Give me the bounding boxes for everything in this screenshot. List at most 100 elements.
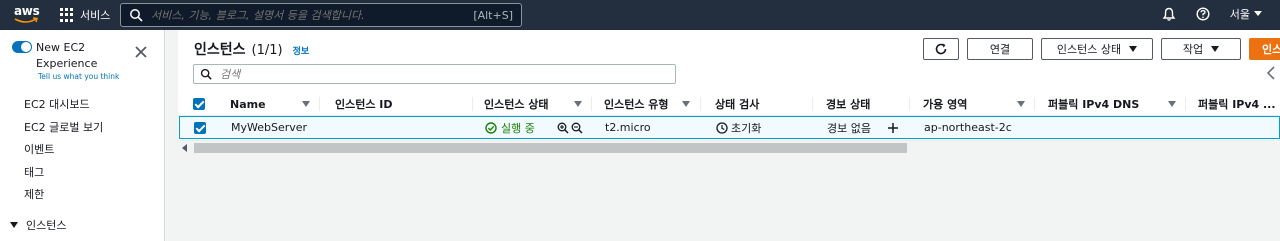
instance-filter-input[interactable] <box>220 67 669 81</box>
connect-button[interactable]: 연결 <box>967 38 1033 60</box>
region-label: 서울 <box>1229 8 1250 21</box>
chevron-down-icon <box>1254 11 1262 16</box>
action-buttons: 연결 인스턴스 상태 작업 인스턴스 시 <box>923 38 1280 60</box>
actions-label: 작업 <box>1182 43 1204 56</box>
column-header-label: 인스턴스 ID <box>335 98 393 111</box>
plus-icon <box>888 122 898 133</box>
zoom-in-icon[interactable] <box>557 122 569 134</box>
scrollbar-thumb[interactable] <box>194 143 907 153</box>
column-divider <box>812 97 813 111</box>
column-divider <box>700 97 701 111</box>
column-header-label: 퍼블릭 IPv4 DNS <box>1048 98 1140 111</box>
chevron-left-icon[interactable] <box>1266 66 1276 80</box>
instance-count: (1/1) <box>251 43 283 58</box>
column-header-label: 경보 상태 <box>826 98 871 111</box>
main-panel: 인스턴스 (1/1) 정보 연결 인스턴스 상태 작업 인스턴스 시 <box>178 30 1280 241</box>
smile-arrow-icon <box>14 17 38 23</box>
instance-type: t2.micro <box>605 121 651 134</box>
connect-label: 연결 <box>989 43 1011 56</box>
column-header-public-dns[interactable]: 퍼블릭 IPv4 DNS <box>1048 92 1184 116</box>
column-divider <box>1185 97 1186 111</box>
column-divider <box>472 97 473 111</box>
add-alarm-button[interactable] <box>887 117 899 138</box>
scroll-left-icon[interactable] <box>182 144 187 152</box>
column-header-label: 인스턴스 상태 <box>484 98 549 111</box>
sort-icon <box>1168 101 1176 107</box>
caret-down-icon <box>1211 46 1220 52</box>
column-header-instance-state[interactable]: 인스턴스 상태 <box>484 92 590 116</box>
info-link[interactable]: 정보 <box>293 44 310 57</box>
column-header-availability-zone[interactable]: 가용 영역 <box>923 92 1033 116</box>
table-header: Name 인스턴스 ID 인스턴스 상태 인스턴스 유형 상태 검사 경보 상태… <box>178 92 1280 116</box>
status-check: 초기화 <box>716 117 761 138</box>
column-divider <box>319 97 320 111</box>
new-experience-toggle-row[interactable]: New EC2 Experience <box>12 40 116 72</box>
nav-right: 서울 <box>1162 6 1262 22</box>
check-circle-icon <box>485 121 497 134</box>
refresh-icon <box>935 43 947 55</box>
column-header-instance-id[interactable]: 인스턴스 ID <box>335 92 471 116</box>
refresh-button[interactable] <box>923 38 959 60</box>
region-selector[interactable]: 서울 <box>1230 6 1262 22</box>
aws-logo-text: aws <box>14 4 40 18</box>
global-search-input[interactable] <box>151 8 474 22</box>
sidebar-section-instances[interactable]: 인스턴스 <box>10 217 66 233</box>
row-checkbox[interactable] <box>194 121 206 134</box>
aws-logo[interactable]: aws <box>14 4 40 26</box>
launch-instances-label: 인스턴스 시 <box>1262 43 1280 56</box>
availability-zone: ap-northeast-2c <box>924 121 1012 134</box>
sidebar-item-events[interactable]: 이벤트 <box>24 141 103 164</box>
zoom-out-icon[interactable] <box>571 122 583 134</box>
sort-icon <box>682 101 690 107</box>
sidebar-item-tags[interactable]: 태그 <box>24 164 103 187</box>
column-header-name[interactable]: Name <box>230 92 318 116</box>
sidebar-item-limits[interactable]: 제한 <box>24 186 103 209</box>
caret-down-icon <box>10 222 18 228</box>
instance-state-label: 실행 중 <box>501 121 535 135</box>
column-divider <box>1034 97 1035 111</box>
alarm-status: 경보 없음 <box>827 121 871 135</box>
column-header-instance-type[interactable]: 인스턴스 유형 <box>604 92 698 116</box>
new-experience-label: New EC2 Experience <box>36 41 98 70</box>
instance-state-label: 인스턴스 상태 <box>1056 43 1122 56</box>
search-icon <box>200 68 212 80</box>
sidebar-nav-list: EC2 대시보드 EC2 글로벌 보기 이벤트 태그 제한 <box>24 96 103 209</box>
services-menu[interactable]: 서비스 <box>60 6 110 24</box>
top-navigation: aws 서비스 [Alt+S] 서울 <box>0 0 1280 30</box>
column-header-label: 상태 검사 <box>715 98 760 111</box>
column-header-alarm-status[interactable]: 경보 상태 <box>826 92 908 116</box>
help-icon[interactable] <box>1196 7 1210 21</box>
instance-state: 실행 중 <box>485 117 535 138</box>
global-search[interactable]: [Alt+S] <box>120 3 522 27</box>
launch-instances-button[interactable]: 인스턴스 시 <box>1249 38 1280 60</box>
actions-button[interactable]: 작업 <box>1161 38 1241 60</box>
column-divider <box>909 97 910 111</box>
column-header-label: 인스턴스 유형 <box>604 98 669 111</box>
row-checkbox-cell[interactable] <box>194 117 206 138</box>
select-all-checkbox-cell[interactable] <box>193 92 213 116</box>
sidebar-item-ec2-global-view[interactable]: EC2 글로벌 보기 <box>24 119 103 142</box>
search-icon <box>130 9 143 22</box>
services-label: 서비스 <box>80 9 111 22</box>
column-header-label: 가용 영역 <box>923 98 968 111</box>
instance-filter[interactable] <box>193 64 676 84</box>
sidebar-item-ec2-dashboard[interactable]: EC2 대시보드 <box>24 96 103 119</box>
close-icon[interactable] <box>134 45 148 59</box>
column-header-status-check[interactable]: 상태 검사 <box>715 92 811 116</box>
horizontal-scrollbar[interactable] <box>178 140 1280 154</box>
new-experience-toggle[interactable] <box>12 41 32 53</box>
bell-icon[interactable] <box>1162 7 1176 21</box>
column-header-public-ip[interactable]: 퍼블릭 IPv4 ... <box>1198 92 1280 116</box>
feedback-link[interactable]: Tell us what you think <box>38 72 119 81</box>
select-all-checkbox[interactable] <box>193 98 205 110</box>
sort-icon <box>1017 101 1025 107</box>
table-row[interactable]: MyWebServer 실행 중 t2.micro 초기화 경보 없음 ap-n… <box>179 116 1280 139</box>
grid-icon <box>60 8 74 22</box>
caret-down-icon <box>1129 46 1138 52</box>
sidebar: New EC2 Experience Tell us what you thin… <box>0 30 165 241</box>
instance-state-button[interactable]: 인스턴스 상태 <box>1041 38 1153 60</box>
column-divider <box>591 97 592 111</box>
page-title: 인스턴스 <box>194 42 246 58</box>
search-shortcut: [Alt+S] <box>473 8 513 22</box>
state-zoom-controls <box>557 117 583 138</box>
